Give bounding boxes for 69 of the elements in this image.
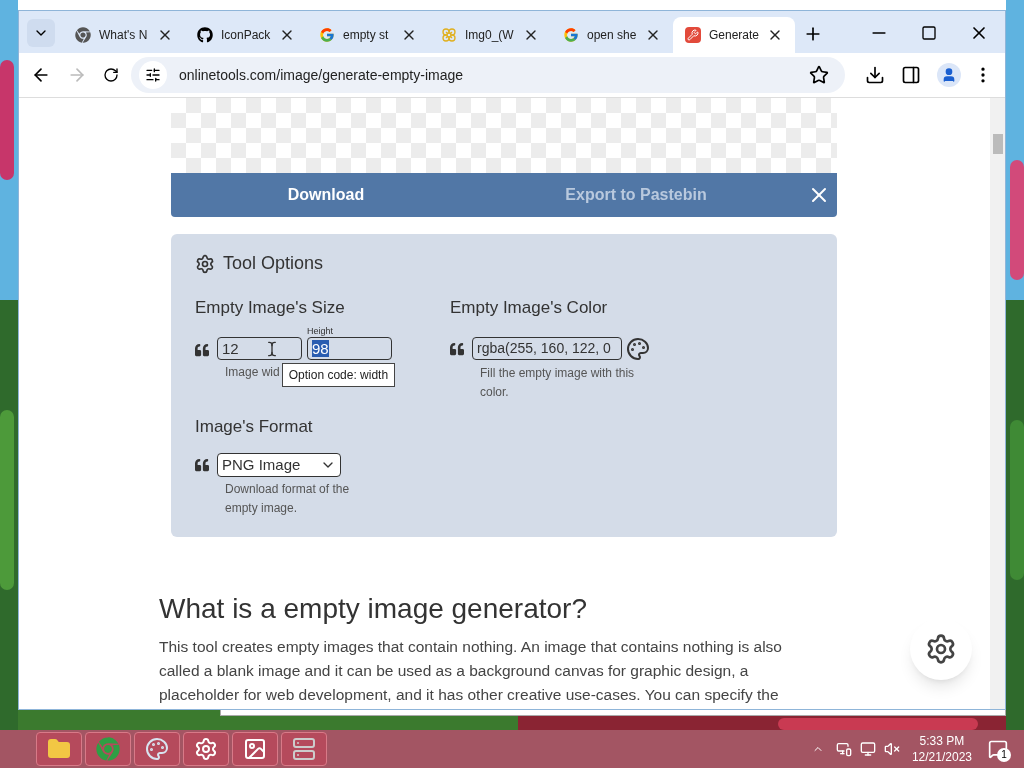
hint-text: Fill the empty image with this color. bbox=[480, 364, 636, 401]
palette-icon[interactable] bbox=[626, 336, 650, 361]
flower-icon bbox=[441, 27, 457, 43]
tab-title: open she bbox=[587, 27, 637, 44]
article-paragraph: This tool creates empty images that contain nothing. An image that contains nothing is also called a blank image and it can be used as a background canvas for graphic design, a placeholder for web development, and it has other creative use-cases. You can specify the bbox=[159, 637, 783, 705]
hint-text: Download format of the empty image. bbox=[225, 481, 351, 517]
notification-icon[interactable] bbox=[988, 739, 1008, 759]
reload-icon[interactable] bbox=[103, 67, 119, 83]
taskbar-button[interactable] bbox=[183, 732, 229, 766]
server-icon bbox=[292, 737, 316, 761]
quote-icon bbox=[195, 458, 209, 472]
tab-title: IconPack bbox=[221, 27, 271, 44]
quote-icon bbox=[195, 343, 209, 357]
color-field[interactable]: rgba(255, 160, 122, 0 bbox=[472, 337, 622, 360]
network-icon[interactable] bbox=[859, 741, 876, 757]
height-field[interactable]: 98 bbox=[307, 336, 392, 360]
hint-text: Image wid bbox=[225, 363, 280, 381]
browser-tab[interactable]: open she bbox=[551, 17, 673, 53]
muted-speaker-icon[interactable] bbox=[883, 741, 900, 757]
browser-tab[interactable]: What's N bbox=[63, 17, 185, 53]
address-bar[interactable]: onlinetools.com/image/generate-empty-image bbox=[131, 57, 845, 93]
section-title: Empty Image's Size bbox=[195, 297, 346, 319]
tab-title: empty st bbox=[343, 27, 390, 44]
wrench-icon bbox=[685, 27, 701, 43]
tooltip: Option code: width bbox=[281, 362, 396, 387]
palette-icon bbox=[145, 737, 169, 761]
taskbar-button[interactable] bbox=[134, 732, 180, 766]
g-logo-icon bbox=[563, 27, 579, 43]
tab-title: Generate bbox=[709, 27, 759, 44]
quote-icon bbox=[450, 341, 464, 356]
bookmark-icon[interactable] bbox=[809, 65, 829, 85]
gear-icon bbox=[194, 737, 218, 761]
gear-icon bbox=[925, 633, 957, 665]
tab-title: Img0_(W bbox=[465, 27, 515, 44]
browser-logo-icon bbox=[75, 27, 91, 43]
taskbar-button[interactable] bbox=[232, 732, 278, 766]
notification-badge: 1 bbox=[997, 748, 1011, 762]
browser-logo-icon bbox=[96, 737, 120, 761]
tab-search-button[interactable] bbox=[27, 19, 55, 47]
side-panel-icon[interactable] bbox=[901, 65, 921, 85]
field-label: Height bbox=[307, 324, 334, 337]
taskbar-button[interactable] bbox=[36, 732, 82, 766]
section-title: Empty Image's Color bbox=[450, 297, 609, 319]
clock-time[interactable]: 5:33 PM bbox=[919, 733, 965, 749]
gear-icon bbox=[195, 253, 215, 274]
browser-tab[interactable]: IconPack bbox=[185, 17, 307, 53]
section-title: Image's Format bbox=[195, 415, 314, 438]
browser-tab[interactable]: Generate bbox=[673, 17, 795, 53]
tab-title: What's N bbox=[99, 27, 149, 44]
clock-date[interactable]: 12/21/2023 bbox=[911, 749, 972, 765]
browser-tab[interactable]: Img0_(W bbox=[429, 17, 551, 53]
download-icon[interactable] bbox=[865, 65, 885, 85]
g-logo-icon bbox=[319, 27, 335, 43]
download-button[interactable]: Download bbox=[171, 183, 481, 207]
format-select[interactable]: PNG Image bbox=[217, 453, 341, 477]
folder-icon bbox=[47, 737, 71, 761]
cat-logo-icon bbox=[197, 27, 213, 43]
field-value: 98 bbox=[312, 339, 329, 357]
devices-icon[interactable] bbox=[835, 741, 852, 757]
width-field[interactable]: 12 bbox=[217, 336, 302, 360]
taskbar-button[interactable] bbox=[281, 732, 327, 766]
profile-icon[interactable] bbox=[937, 63, 961, 87]
panel-title: Tool Options bbox=[223, 252, 324, 275]
url-text: onlinetools.com/image/generate-empty-image bbox=[179, 65, 465, 85]
article-heading: What is a empty image generator? bbox=[159, 592, 588, 626]
site-settings-icon[interactable] bbox=[145, 67, 161, 83]
image-icon bbox=[243, 737, 267, 761]
browser-tab[interactable]: empty st bbox=[307, 17, 429, 53]
maximize-icon[interactable] bbox=[921, 25, 937, 41]
